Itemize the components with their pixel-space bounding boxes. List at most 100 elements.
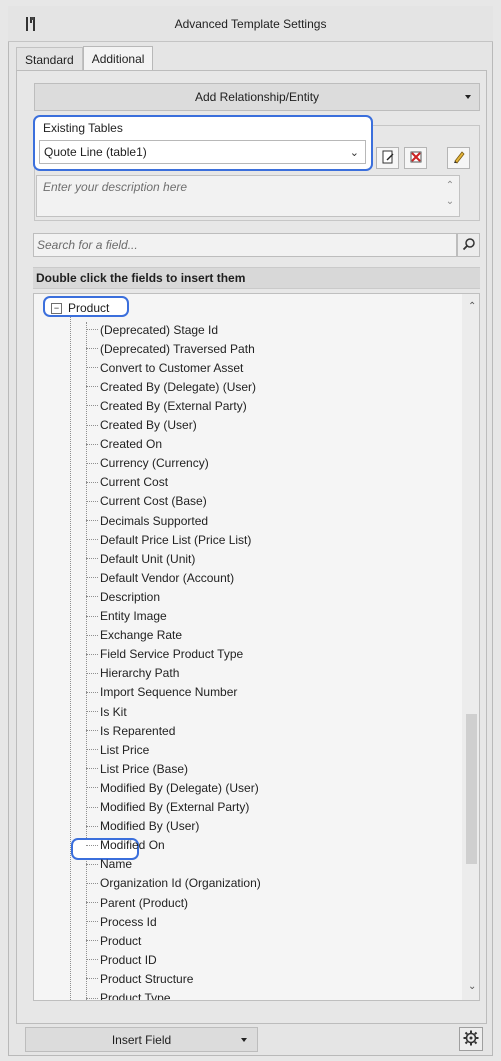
tree-field-label: Field Service Product Type	[100, 647, 244, 662]
tree-root-product[interactable]: − Product	[51, 301, 109, 315]
additional-panel: Add Relationship/Entity Existing Tables …	[16, 70, 487, 1024]
tree-field-item[interactable]: Entity Image	[86, 607, 167, 626]
chevron-down-icon	[465, 95, 471, 99]
tree-field-item[interactable]: Default Vendor (Account)	[86, 568, 234, 587]
tree-field-label: Import Sequence Number	[100, 685, 238, 700]
description-scrollbar[interactable]: ⌃ ⌄	[443, 178, 457, 214]
fields-instructions: Double click the fields to insert them	[33, 267, 480, 289]
tree-field-item[interactable]: Convert to Customer Asset	[86, 358, 243, 377]
tree-field-label: Product ID	[100, 952, 157, 967]
tree-connector	[86, 691, 98, 693]
tree-field-item[interactable]: (Deprecated) Stage Id	[86, 320, 218, 339]
description-field[interactable]: Enter your description here ⌃ ⌄	[36, 175, 460, 217]
tree-connector	[86, 520, 98, 521]
tree-field-item[interactable]: Name	[86, 855, 132, 874]
scroll-up-icon[interactable]: ⌃	[468, 301, 476, 312]
selected-table: Quote Line (table1)	[44, 145, 147, 159]
rename-table-button[interactable]	[447, 147, 470, 169]
tree-field-item[interactable]: Product Structure	[86, 969, 193, 988]
tree-connector	[86, 596, 98, 598]
tree-field-label: (Deprecated) Stage Id	[100, 322, 219, 337]
tree-field-item[interactable]: Default Price List (Price List)	[86, 530, 251, 549]
tree-field-label: Is Kit	[100, 704, 127, 719]
gear-icon	[463, 1030, 479, 1049]
tree-field-label: Exchange Rate	[100, 628, 183, 643]
tree-field-item[interactable]: Is Kit	[86, 702, 127, 721]
scrollbar-thumb[interactable]	[466, 714, 477, 864]
tree-field-item[interactable]: Default Unit (Unit)	[86, 549, 195, 568]
tree-connector	[86, 577, 98, 579]
tree-field-item[interactable]: Process Id	[86, 912, 157, 931]
delete-table-button[interactable]	[404, 147, 427, 169]
tree-connector	[86, 481, 98, 483]
tree-field-item[interactable]: Import Sequence Number	[86, 683, 237, 702]
scroll-down-icon[interactable]: ⌄	[468, 981, 476, 992]
tree-connector	[86, 462, 98, 464]
tree-field-item[interactable]: Created On	[86, 435, 162, 454]
tree-field-label: Is Reparented	[100, 723, 176, 738]
tree-connector	[86, 500, 98, 502]
title-bar: Advanced Template Settings	[8, 6, 493, 42]
tree-field-item[interactable]: Product Type	[86, 989, 171, 1001]
tree-connector	[86, 806, 98, 808]
existing-tables-highlight: Existing Tables Quote Line (table1) ⌄	[33, 115, 373, 171]
tree-connector	[86, 749, 98, 751]
tree-field-label: (Deprecated) Traversed Path	[100, 341, 255, 356]
insert-field-label: Insert Field	[111, 1032, 172, 1047]
tree-field-item[interactable]: Created By (User)	[86, 416, 197, 435]
tree-field-item[interactable]: (Deprecated) Traversed Path	[86, 339, 255, 358]
tree-field-item[interactable]: Is Reparented	[86, 721, 175, 740]
tab-standard[interactable]: Standard	[16, 47, 83, 71]
tree-field-item[interactable]: Exchange Rate	[86, 626, 182, 645]
tree-connector	[86, 443, 98, 445]
settings-button[interactable]	[459, 1027, 483, 1051]
tree-scrollbar[interactable]	[462, 294, 479, 1000]
tree-field-label: Created By (Delegate) (User)	[100, 379, 257, 394]
tree-field-item[interactable]: Parent (Product)	[86, 893, 188, 912]
tree-connector	[86, 329, 98, 330]
tree-field-label: Decimals Supported	[100, 513, 209, 528]
tree-field-label: Convert to Customer Asset	[100, 360, 244, 375]
insert-field-button[interactable]: Insert Field	[25, 1027, 258, 1052]
tree-field-item[interactable]: Currency (Currency)	[86, 454, 209, 473]
tree-field-item[interactable]: Organization Id (Organization)	[86, 874, 261, 893]
tree-field-label: Current Cost (Base)	[100, 494, 207, 509]
tab-additional[interactable]: Additional	[82, 46, 154, 71]
tree-connector	[70, 308, 71, 1000]
search-button[interactable]	[457, 233, 480, 257]
tree-field-label: Description	[100, 589, 161, 604]
existing-tables-select[interactable]: Quote Line (table1) ⌄	[39, 140, 366, 164]
tree-field-label: Modified On	[100, 838, 165, 853]
tree-connector	[86, 405, 98, 407]
tree-connector	[86, 882, 98, 884]
field-search-input[interactable]: Search for a field...	[33, 233, 457, 257]
edit-table-button[interactable]	[376, 147, 399, 169]
tree-field-label: Default Vendor (Account)	[100, 570, 235, 585]
chevron-down-icon: ⌄	[349, 147, 359, 159]
tree-connector	[86, 367, 98, 369]
tree-field-item[interactable]: Product ID	[86, 950, 157, 969]
tree-connector	[86, 730, 98, 732]
tree-field-item[interactable]: Hierarchy Path	[86, 664, 179, 683]
collapse-icon[interactable]: −	[51, 302, 62, 314]
tree-field-item[interactable]: Description	[86, 587, 160, 606]
tree-field-item[interactable]: List Price (Base)	[86, 759, 188, 778]
tree-field-label: Organization Id (Organization)	[100, 876, 261, 891]
tree-field-item[interactable]: Modified By (External Party)	[86, 798, 249, 817]
tree-field-item[interactable]: Modified By (User)	[86, 817, 199, 836]
tree-field-label: Product Type	[100, 991, 171, 1001]
tree-field-item[interactable]: Product	[86, 931, 141, 950]
tree-field-item[interactable]: Created By (External Party)	[86, 396, 247, 415]
tree-field-item[interactable]: Modified On	[86, 836, 165, 855]
tree-field-item[interactable]: List Price	[86, 740, 149, 759]
tree-field-label: Product Structure	[100, 971, 194, 986]
tree-field-item[interactable]: Current Cost (Base)	[86, 492, 207, 511]
add-relationship-button[interactable]: Add Relationship/Entity	[34, 83, 480, 111]
tree-field-label: Parent (Product)	[100, 895, 189, 910]
field-tree[interactable]: − Product (Deprecated) Stage Id (Deprecat…	[33, 293, 480, 1001]
tree-field-item[interactable]: Decimals Supported	[86, 511, 208, 530]
tree-field-item[interactable]: Created By (Delegate) (User)	[86, 377, 256, 396]
tree-field-item[interactable]: Current Cost	[86, 473, 168, 492]
tree-field-item[interactable]: Field Service Product Type	[86, 645, 243, 664]
tree-field-item[interactable]: Modified By (Delegate) (User)	[86, 778, 259, 797]
